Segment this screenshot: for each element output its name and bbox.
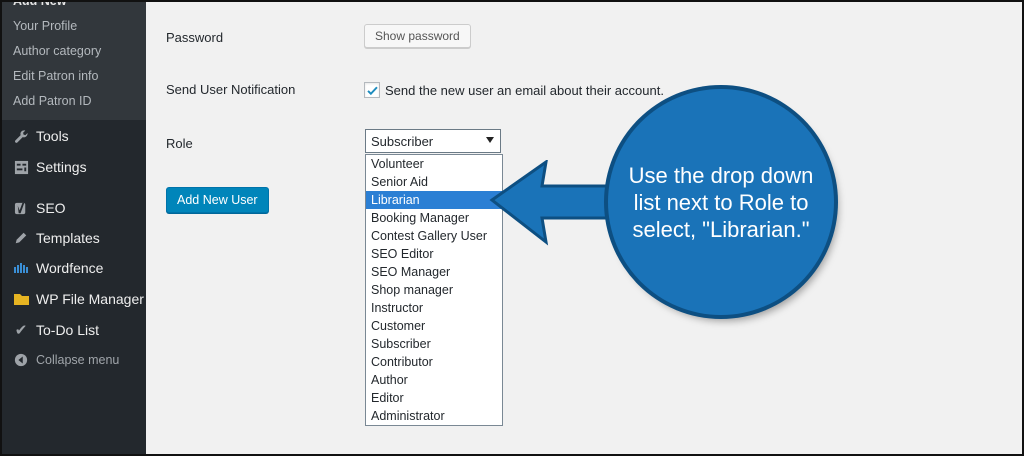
role-select[interactable]: Subscriber: [365, 129, 501, 153]
menu-item-wp-file-manager[interactable]: WP File Manager: [2, 285, 146, 313]
submenu-edit-patron-info[interactable]: Edit Patron info: [13, 69, 98, 83]
menu-label: SEO: [36, 200, 66, 216]
menu-item-wordfence[interactable]: Wordfence: [2, 254, 146, 282]
collapse-arrow-icon: [10, 353, 32, 367]
collapse-menu-button[interactable]: Collapse menu: [2, 346, 146, 374]
yoast-icon: [10, 201, 32, 216]
wordfence-icon: [10, 262, 32, 274]
menu-label: Wordfence: [36, 260, 104, 276]
role-label: Role: [166, 136, 193, 151]
wrench-icon: [10, 129, 32, 144]
role-option-seo-editor[interactable]: SEO Editor: [366, 245, 502, 263]
role-option-author[interactable]: Author: [366, 371, 502, 389]
role-option-volunteer[interactable]: Volunteer: [366, 155, 502, 173]
add-new-user-button[interactable]: Add New User: [166, 187, 269, 213]
notification-checkbox[interactable]: [364, 82, 380, 98]
admin-sidebar: Add New Your Profile Author category Edi…: [2, 0, 146, 454]
send-notification-label: Send User Notification: [166, 82, 296, 97]
role-option-subscriber[interactable]: Subscriber: [366, 335, 502, 353]
collapse-menu-label: Collapse menu: [36, 353, 120, 367]
role-option-administrator[interactable]: Administrator: [366, 407, 502, 425]
role-option-contest-gallery-user[interactable]: Contest Gallery User: [366, 227, 502, 245]
role-select-value: Subscriber: [371, 133, 434, 149]
role-option-senior-aid[interactable]: Senior Aid: [366, 173, 502, 191]
pencil-icon: [10, 231, 32, 245]
users-submenu: Add New Your Profile Author category Edi…: [2, 0, 146, 120]
callout-arrow: [489, 160, 610, 246]
role-option-booking-manager[interactable]: Booking Manager: [366, 209, 502, 227]
role-option-customer[interactable]: Customer: [366, 317, 502, 335]
folder-icon: [10, 292, 32, 306]
menu-item-tools[interactable]: Tools: [2, 122, 146, 150]
menu-item-templates[interactable]: Templates: [2, 224, 146, 252]
role-option-instructor[interactable]: Instructor: [366, 299, 502, 317]
callout-text: Use the drop down list next to Role to s…: [628, 162, 814, 242]
show-password-button[interactable]: Show password: [364, 24, 471, 48]
instruction-callout: Use the drop down list next to Role to s…: [608, 89, 834, 315]
menu-label: Settings: [36, 159, 87, 175]
checkmark-icon: ✔: [14, 322, 28, 339]
submenu-author-category[interactable]: Author category: [13, 44, 101, 58]
checkmark-icon: [366, 86, 378, 95]
menu-label: WP File Manager: [36, 291, 144, 307]
role-option-seo-manager[interactable]: SEO Manager: [366, 263, 502, 281]
menu-item-settings[interactable]: Settings: [2, 153, 146, 181]
menu-item-to-do-list[interactable]: ✔ To-Do List: [2, 316, 146, 344]
role-option-shop-manager[interactable]: Shop manager: [366, 281, 502, 299]
menu-label: To-Do List: [36, 322, 100, 338]
submenu-your-profile[interactable]: Your Profile: [13, 19, 77, 33]
submenu-add-new[interactable]: Add New: [13, 0, 66, 8]
menu-item-seo[interactable]: SEO: [2, 194, 146, 222]
role-option-librarian[interactable]: Librarian: [366, 191, 502, 209]
password-label: Password: [166, 30, 224, 45]
menu-label: Templates: [36, 230, 100, 246]
role-option-editor[interactable]: Editor: [366, 389, 502, 407]
settings-icon: [10, 160, 32, 175]
notification-description: Send the new user an email about their a…: [385, 83, 664, 98]
role-option-contributor[interactable]: Contributor: [366, 353, 502, 371]
chevron-down-icon: [486, 137, 494, 143]
submenu-add-patron-id[interactable]: Add Patron ID: [13, 94, 92, 108]
role-dropdown-list: Volunteer Senior Aid Librarian Booking Mana…: [365, 154, 503, 426]
menu-label: Tools: [36, 128, 69, 144]
